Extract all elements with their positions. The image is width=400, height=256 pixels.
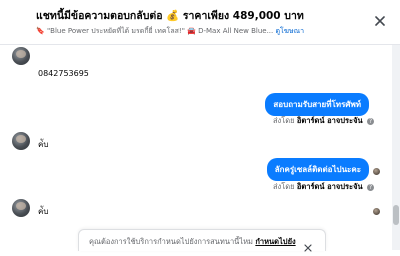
notice-text: คุณต้องการใช้บริการกำหนดไปยังการสนทนานี้…: [89, 236, 296, 248]
close-icon[interactable]: [304, 237, 312, 252]
assign-notice-banner: คุณต้องการใช้บริการกำหนดไปยังการสนทนานี้…: [78, 229, 326, 252]
chat-header: แชทนี้มีข้อความตอบกลับต่อ 💰 ราคาเพียง 48…: [0, 0, 400, 45]
incoming-message: ค่ับ: [38, 140, 49, 149]
sent-by-label: ส่งโดย: [272, 116, 295, 125]
sender-name: อิตาร์ดน์ อาจประจัน: [296, 116, 363, 125]
header-title: แชทนี้มีข้อความตอบกลับต่อ 💰 ราคาเพียง 48…: [36, 10, 304, 22]
sent-by-info: ส่งโดย อิตาร์ดน์ อาจประจัน ?: [273, 181, 374, 193]
notice-message: คุณต้องการใช้บริการกำหนดไปยังการสนทนานี้…: [89, 237, 253, 246]
avatar[interactable]: [12, 132, 30, 150]
incoming-message: 0842753695: [38, 69, 89, 78]
message-thread: 0842753695 สอบถามรับสายที่โทรศัพท์ ส่งโด…: [0, 45, 392, 250]
seen-avatar-icon: [373, 208, 380, 215]
info-icon[interactable]: ?: [367, 184, 374, 191]
outgoing-message[interactable]: ลักครู่เซลล์ติดต่อไปนะคะ: [266, 158, 369, 181]
ad-preview-text: 🔖 "Blue Power ประหยัดที่ได้ มรดกี้ยี่ เท…: [36, 27, 274, 35]
avatar[interactable]: [12, 199, 30, 217]
avatar[interactable]: [12, 47, 30, 65]
seen-avatar-icon: [373, 168, 380, 175]
close-icon[interactable]: [372, 13, 388, 29]
assign-link[interactable]: กำหนดไปยัง: [255, 237, 295, 246]
sender-name: อิตาร์ดน์ อาจประจัน: [296, 182, 363, 191]
scrollbar-thumb[interactable]: [393, 205, 399, 225]
incoming-message: ค่ับ: [38, 207, 49, 216]
info-icon[interactable]: ?: [367, 118, 374, 125]
sent-by-label: ส่งโดย: [272, 182, 295, 191]
header-subtitle: 🔖 "Blue Power ประหยัดที่ได้ มรดกี้ยี่ เท…: [36, 26, 366, 37]
outgoing-message[interactable]: สอบถามรับสายที่โทรศัพท์: [265, 93, 369, 116]
view-ad-link[interactable]: ดูโฆษณา: [276, 27, 305, 35]
sent-by-info: ส่งโดย อิตาร์ดน์ อาจประจัน ?: [273, 115, 374, 127]
